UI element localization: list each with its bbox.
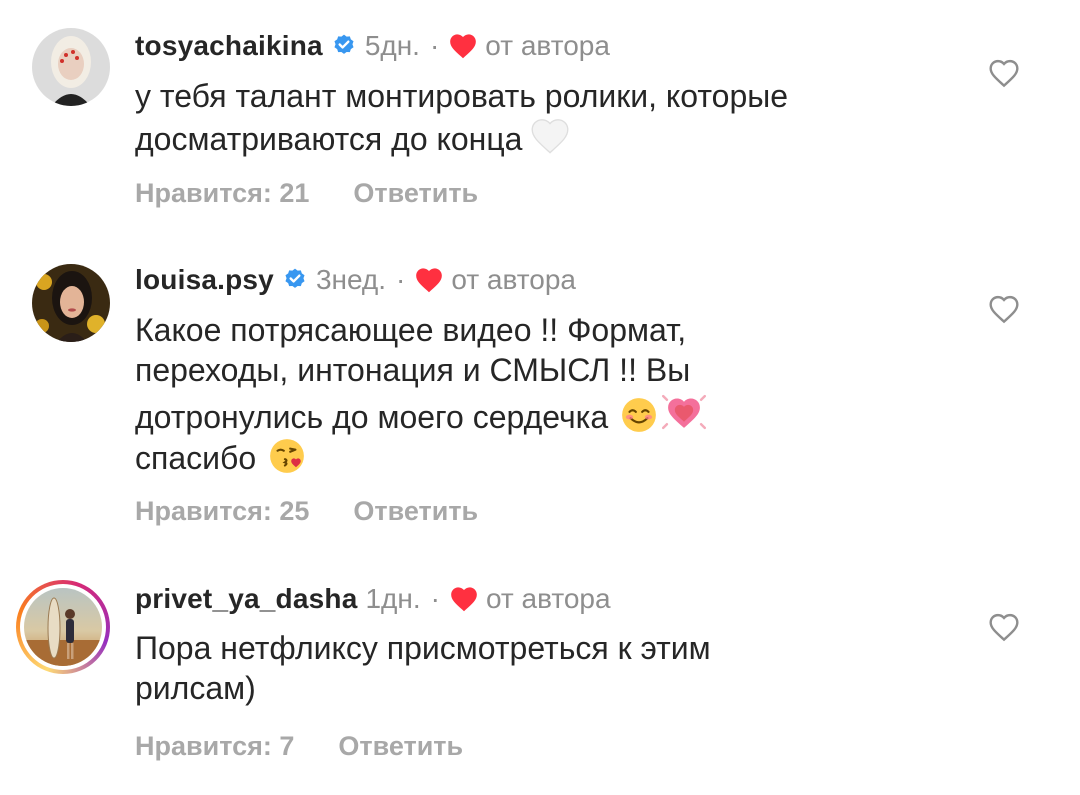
likes-count[interactable]: Нравится: 21: [135, 178, 309, 209]
author-liked-label: от автора: [451, 264, 576, 295]
comment-text: Пора нетфликсу присмотреться к этим рилс…: [135, 628, 935, 708]
comment-item: tosyachaikina 5дн. · от автора у тебя та…: [0, 0, 1080, 240]
comment-meta: tosyachaikina 5дн. · от автора: [135, 26, 610, 66]
comments-list: tosyachaikina 5дн. · от автора у тебя та…: [0, 0, 1080, 795]
heart-outline-icon[interactable]: [988, 612, 1020, 642]
comment-item: louisa.psy 3нед. · от автора Какое потря…: [0, 240, 1080, 560]
heart-outline-icon[interactable]: [988, 58, 1020, 88]
comment-item: privet_ya_dasha 1дн. · от автора Пора не…: [0, 560, 1080, 795]
comment-actions: Нравится: 7 Ответить: [135, 729, 463, 763]
comment-time: 5дн.: [364, 30, 420, 61]
comment-time: 1дн.: [365, 583, 421, 614]
comment-meta: privet_ya_dasha 1дн. · от автора: [135, 579, 611, 619]
author-liked-label: от автора: [485, 30, 610, 61]
comment-text: у тебя талант монтировать ролики, которы…: [135, 76, 935, 159]
face-blowing-kiss-emoji-icon: [270, 439, 305, 473]
story-ring[interactable]: [16, 580, 110, 674]
verified-badge-icon: [285, 268, 305, 288]
username[interactable]: louisa.psy: [135, 264, 274, 296]
heart-outline-icon[interactable]: [988, 294, 1020, 324]
reply-button[interactable]: Ответить: [338, 731, 463, 762]
separator-dot: ·: [430, 583, 440, 614]
separator-dot: ·: [429, 30, 440, 61]
separator-dot: ·: [396, 264, 406, 295]
comment-text-line: досматриваются до конца: [135, 121, 523, 157]
comment-text-line: у тебя талант монтировать ролики, которы…: [135, 78, 789, 114]
comment-meta: louisa.psy 3нед. · от автора: [135, 260, 576, 300]
white-heart-emoji-icon: [532, 119, 569, 154]
comment-text-line: Какое потрясающее видео !! Формат,: [135, 312, 687, 348]
comment-actions: Нравится: 21 Ответить: [135, 176, 478, 210]
reply-button[interactable]: Ответить: [353, 178, 478, 209]
avatar[interactable]: [32, 28, 110, 106]
comment-text: Какое потрясающее видео !! Формат, перех…: [135, 310, 935, 478]
red-heart-icon: [416, 268, 443, 293]
growing-heart-emoji-icon: [662, 394, 707, 430]
smiling-face-emoji-icon: [622, 398, 657, 432]
avatar[interactable]: [32, 264, 110, 342]
comment-text-line: переходы, интонация и СМЫСЛ !! Вы: [135, 352, 691, 388]
likes-count[interactable]: Нравится: 25: [135, 496, 309, 527]
comment-text-line: дотронулись до моего сердечка: [135, 399, 609, 435]
red-heart-icon: [450, 34, 477, 59]
author-liked-label: от автора: [485, 583, 611, 614]
username[interactable]: privet_ya_dasha: [135, 583, 357, 615]
reply-button[interactable]: Ответить: [353, 496, 478, 527]
red-heart-icon: [451, 587, 477, 612]
username[interactable]: tosyachaikina: [135, 30, 323, 62]
comment-actions: Нравится: 25 Ответить: [135, 494, 478, 528]
likes-count[interactable]: Нравится: 7: [135, 731, 294, 762]
comment-time: 3нед.: [315, 264, 387, 295]
comment-text-line: Пора нетфликсу присмотреться к этим: [135, 630, 711, 666]
comment-text-line: спасибо: [135, 440, 257, 476]
avatar[interactable]: [24, 588, 102, 666]
comment-text-line: рилсам): [135, 670, 256, 706]
verified-badge-icon: [334, 34, 354, 54]
